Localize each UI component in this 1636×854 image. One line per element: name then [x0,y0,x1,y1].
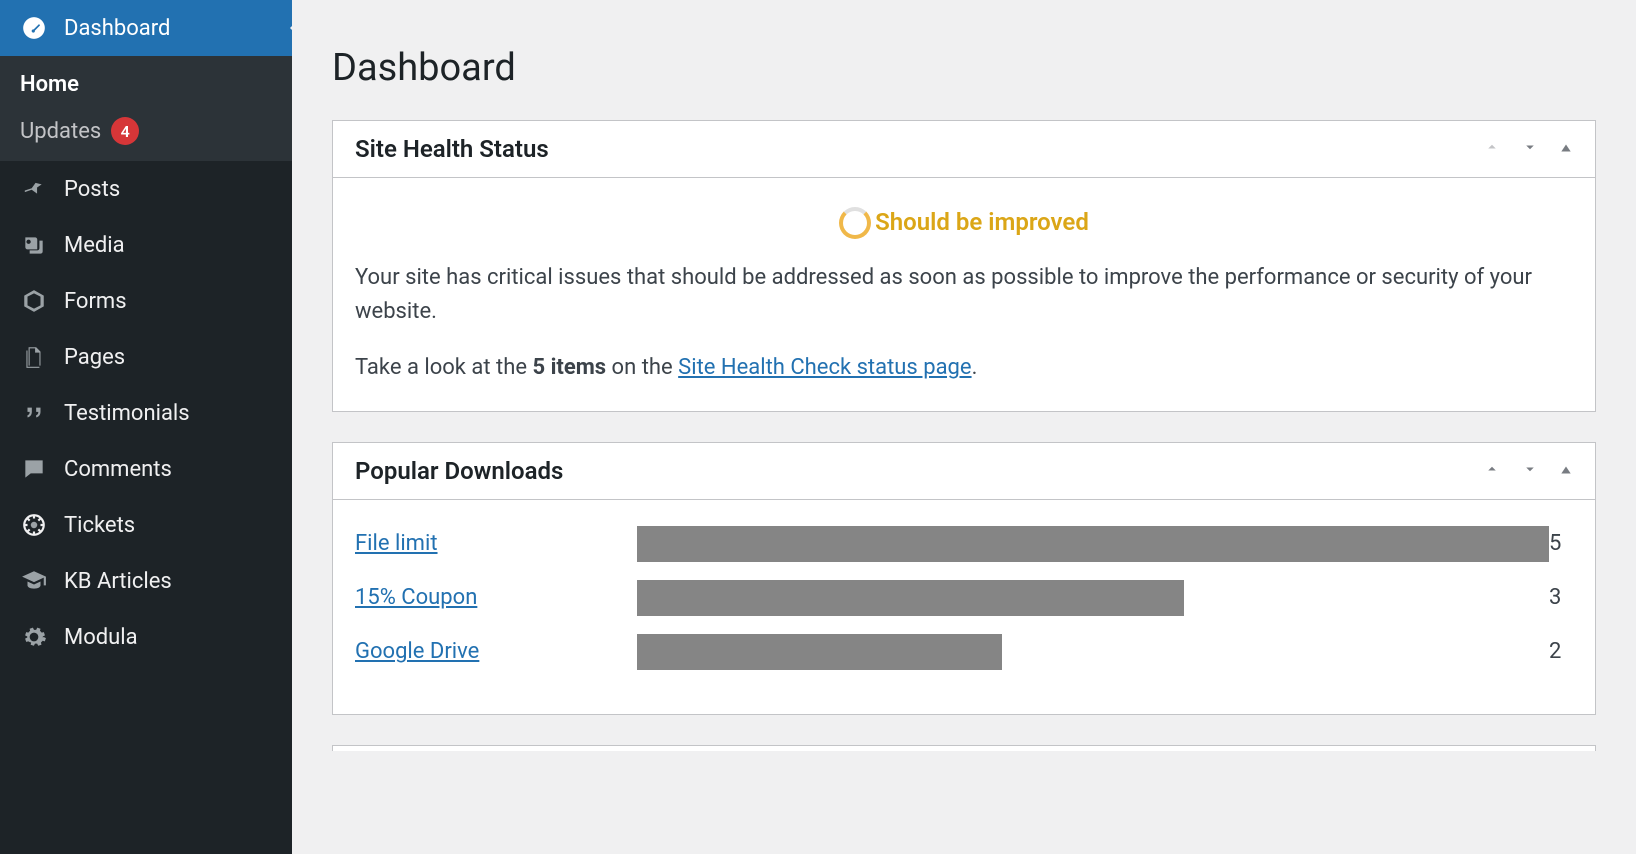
download-row: 15% Coupon 3 [355,580,1573,616]
pin-icon [20,175,48,203]
download-label: Google Drive [355,635,637,669]
sidebar-item-media[interactable]: Media [0,217,292,273]
sidebar-item-label: Forms [64,289,127,314]
site-health-status: Should be improved [355,204,1573,241]
sidebar-item-pages[interactable]: Pages [0,329,292,385]
sidebar-item-comments[interactable]: Comments [0,441,292,497]
sidebar-item-label: KB Articles [64,569,172,594]
download-row: Google Drive 2 [355,634,1573,670]
download-bar-track [637,634,1549,670]
download-bar-wrap [637,526,1549,562]
sidebar-item-label: Dashboard [64,16,170,41]
panel-header: Site Health Status [333,121,1595,178]
forms-icon [20,287,48,315]
chevron-up-icon[interactable] [1483,138,1501,160]
popular-downloads-panel: Popular Downloads File limit 5 15% Coupon 3… [332,442,1596,715]
download-link[interactable]: File limit [355,531,438,556]
download-row: File limit 5 [355,526,1573,562]
site-health-items: Take a look at the 5 items on the Site H… [355,351,1573,385]
sidebar-item-dashboard[interactable]: Dashboard [0,0,292,56]
status-label: Should be improved [875,204,1089,241]
download-bar-track [637,580,1549,616]
download-bar [637,526,1549,562]
download-label: 15% Coupon [355,581,637,615]
text: . [972,355,978,380]
download-link[interactable]: 15% Coupon [355,585,477,610]
dashboard-icon [20,14,48,42]
updates-badge: 4 [111,117,139,145]
sidebar-item-forms[interactable]: Forms [0,273,292,329]
download-label: File limit [355,527,637,561]
page-title: Dashboard [332,46,1596,90]
download-count: 3 [1549,581,1573,615]
sidebar-item-label: Media [64,233,125,258]
site-health-description: Your site has critical issues that shoul… [355,261,1573,329]
text: Take a look at the [355,355,532,380]
sidebar-item-label: Comments [64,457,172,482]
sidebar-item-kb[interactable]: KB Articles [0,553,292,609]
media-icon [20,231,48,259]
download-count: 2 [1549,635,1573,669]
site-health-link[interactable]: Site Health Check status page [678,355,971,380]
panel-controls [1483,460,1573,482]
download-bar-wrap [637,580,1549,616]
sidebar-sub-updates[interactable]: Updates 4 [0,107,292,155]
sidebar-sub-label: Home [20,72,79,97]
sidebar-item-label: Posts [64,177,120,202]
admin-sidebar: Dashboard Home Updates 4 Posts Media For… [0,0,292,854]
panel-title: Popular Downloads [355,457,563,485]
quote-icon [20,399,48,427]
chevron-up-icon[interactable] [1483,460,1501,482]
panel-title: Site Health Status [355,135,549,163]
download-link[interactable]: Google Drive [355,639,479,664]
download-bar [637,634,1002,670]
panel-body: Should be improved Your site has critica… [333,178,1595,411]
chevron-down-icon[interactable] [1521,138,1539,160]
sidebar-item-label: Testimonials [64,401,190,426]
download-count: 5 [1549,527,1573,561]
text: on the [606,355,678,380]
sidebar-item-posts[interactable]: Posts [0,161,292,217]
next-panel [332,745,1596,751]
comment-icon [20,455,48,483]
items-count: 5 items [532,355,606,380]
panel-controls [1483,138,1573,160]
panel-header: Popular Downloads [333,443,1595,500]
spinner-icon [839,207,871,239]
gear-icon [20,623,48,651]
panel-body: File limit 5 15% Coupon 3 Google Drive 2 [333,500,1595,714]
sidebar-sub-home[interactable]: Home [0,62,292,107]
triangle-up-icon[interactable] [1559,140,1573,159]
download-bar-wrap [637,634,1549,670]
sidebar-submenu: Home Updates 4 [0,56,292,161]
pages-icon [20,343,48,371]
download-bar-track [637,526,1549,562]
sidebar-sub-label: Updates [20,119,101,144]
sidebar-item-label: Modula [64,625,138,650]
triangle-up-icon[interactable] [1559,462,1573,481]
sidebar-item-testimonials[interactable]: Testimonials [0,385,292,441]
tickets-icon [20,511,48,539]
sidebar-item-modula[interactable]: Modula [0,609,292,665]
chevron-down-icon[interactable] [1521,460,1539,482]
site-health-panel: Site Health Status Should be improved Yo… [332,120,1596,412]
sidebar-item-tickets[interactable]: Tickets [0,497,292,553]
main-content: Dashboard Site Health Status Should be i… [292,0,1636,854]
sidebar-item-label: Pages [64,345,125,370]
download-bar [637,580,1184,616]
graduation-icon [20,567,48,595]
sidebar-item-label: Tickets [64,513,135,538]
